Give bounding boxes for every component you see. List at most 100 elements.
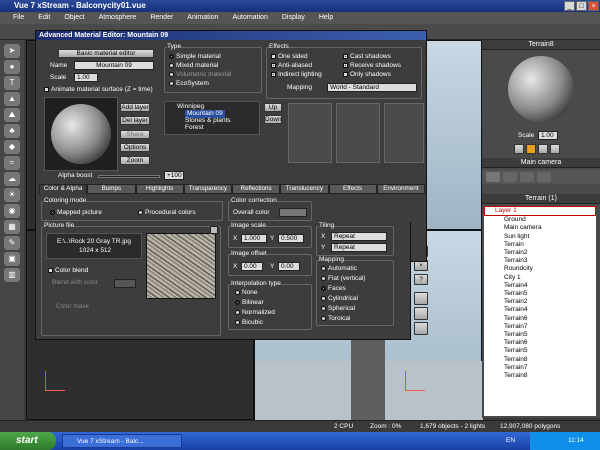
tab-bumps[interactable]: Bumps: [87, 184, 136, 194]
radio-interp-bicubic[interactable]: [235, 319, 240, 325]
tab-effects[interactable]: Effects: [328, 184, 377, 194]
menu-file[interactable]: File: [6, 12, 31, 24]
radio-flat[interactable]: [321, 275, 326, 281]
menu-animation[interactable]: Animation: [180, 12, 225, 24]
brush-tool-icon[interactable]: ✎: [4, 236, 20, 250]
tree-item[interactable]: Terrain8: [484, 372, 596, 380]
receive-shadows-box[interactable]: [343, 62, 348, 68]
radio-interp-normalized[interactable]: [235, 309, 240, 315]
close-button[interactable]: ×: [588, 1, 599, 11]
alpha-boost-slider[interactable]: [98, 175, 160, 178]
menu-edit[interactable]: Edit: [31, 12, 57, 24]
taskbar-vue-item[interactable]: Vue 7 xStream - Balc...: [62, 434, 182, 448]
language-indicator[interactable]: EN: [506, 437, 515, 445]
tree-item[interactable]: Terrain6: [484, 339, 596, 347]
tiling-x-select[interactable]: Repeat: [331, 232, 387, 241]
radio-procedural[interactable]: [138, 209, 143, 215]
animate-checkbox-box[interactable]: [44, 86, 49, 92]
radio-volumetric[interactable]: [169, 71, 174, 77]
share-button[interactable]: Share: [120, 130, 150, 139]
receive-shadows-checkbox[interactable]: Receive shadows: [343, 62, 401, 70]
tree-item[interactable]: Terrain7: [484, 364, 596, 372]
picture-thumbnail[interactable]: [146, 233, 216, 299]
anti-aliased-checkbox[interactable]: Anti-aliased: [271, 62, 312, 70]
mapping-spherical-radio[interactable]: Spherical: [321, 305, 355, 313]
menu-automation[interactable]: Automation: [225, 12, 274, 24]
open-material-icon[interactable]: [414, 307, 428, 320]
material-tool-icon-3[interactable]: [538, 144, 548, 154]
group-tool-icon[interactable]: ▦: [4, 220, 20, 234]
tree-item[interactable]: Terrain4: [484, 282, 596, 290]
mapping-toroical-radio[interactable]: Toroical: [321, 315, 350, 323]
del-layer-button[interactable]: Del layer: [120, 116, 150, 125]
tree-item[interactable]: Terrain2: [484, 249, 596, 257]
color-blend-box[interactable]: [48, 267, 53, 273]
anti-aliased-box[interactable]: [271, 62, 276, 68]
one-sided-checkbox[interactable]: One sided: [271, 53, 308, 61]
menu-object[interactable]: Object: [57, 12, 91, 24]
pointer-tool-icon[interactable]: ➤: [4, 44, 20, 58]
tab-environment[interactable]: Environment: [376, 184, 425, 194]
mapping-cylindrical-radio[interactable]: Cylindrical: [321, 295, 358, 303]
tree-item[interactable]: Layer 1: [484, 206, 596, 217]
indirect-lighting-box[interactable]: [271, 71, 276, 77]
radio-automatic[interactable]: [321, 265, 326, 271]
radio-interp-none[interactable]: [235, 289, 240, 295]
text-tool-icon[interactable]: T: [4, 76, 20, 90]
interp-normalized-radio[interactable]: Normalized: [235, 309, 275, 317]
indirect-lighting-checkbox[interactable]: Indirect lighting: [271, 71, 322, 79]
radio-mapped[interactable]: [50, 209, 55, 215]
tree-item[interactable]: Terrain4: [484, 306, 596, 314]
radio-spherical[interactable]: [321, 305, 326, 311]
options-button[interactable]: Options: [120, 143, 150, 152]
radio-mixed[interactable]: [169, 62, 174, 68]
procedural-colors-radio[interactable]: Procedural colors: [138, 209, 196, 217]
tree-item[interactable]: Terrain8: [484, 356, 596, 364]
radio-simple[interactable]: [169, 53, 174, 59]
tree-item[interactable]: Terrain7: [484, 323, 596, 331]
water-tool-icon[interactable]: ≈: [4, 156, 20, 170]
tree-item[interactable]: Sun light: [484, 233, 596, 241]
name-field[interactable]: Mountain 09: [74, 61, 154, 70]
terrain-tool-icon[interactable]: ⛰: [4, 108, 20, 122]
material-tool-icon-2[interactable]: [526, 144, 536, 154]
tree-item[interactable]: Terrain5: [484, 331, 596, 339]
material-tool-icon-1[interactable]: [514, 144, 524, 154]
light-tool-icon[interactable]: ☀: [4, 188, 20, 202]
help-button[interactable]: ?: [414, 274, 428, 285]
tree-item[interactable]: Terrain2: [484, 298, 596, 306]
one-sided-box[interactable]: [271, 53, 276, 59]
new-material-icon[interactable]: [414, 292, 428, 305]
type-ecosystem-radio[interactable]: EcoSystem: [169, 80, 209, 88]
overall-color-swatch[interactable]: [279, 208, 307, 217]
tree-item[interactable]: Main camera: [484, 224, 596, 232]
layer-item-forest[interactable]: Forest: [185, 124, 203, 132]
objects-tab-icon[interactable]: [486, 172, 500, 182]
tree-item[interactable]: Terrain6: [484, 315, 596, 323]
interp-bilinear-radio[interactable]: Bilinear: [235, 299, 264, 307]
interp-bicubic-radio[interactable]: Bicubic: [235, 319, 263, 327]
offset-y-field[interactable]: 0.00: [278, 262, 300, 271]
cast-shadows-box[interactable]: [343, 53, 348, 59]
radio-interp-bilinear[interactable]: [235, 299, 240, 305]
offset-x-field[interactable]: 0.00: [241, 262, 263, 271]
color-blend-checkbox[interactable]: Color blend: [48, 267, 88, 275]
basic-editor-button[interactable]: Basic material editor: [58, 49, 154, 58]
tree-item[interactable]: Roundcity: [484, 265, 596, 273]
tab-color-alpha[interactable]: Color & Alpha: [39, 184, 88, 194]
tab-reflections[interactable]: Reflections: [232, 184, 281, 194]
layer-down-button[interactable]: Down: [264, 115, 282, 124]
tree-item[interactable]: Ground: [484, 216, 596, 224]
city-tool-icon[interactable]: ▥: [4, 268, 20, 282]
interp-none-radio[interactable]: None: [235, 289, 258, 297]
blend-color-swatch[interactable]: [114, 279, 136, 288]
zoom-button[interactable]: Zoom: [120, 156, 150, 165]
scale-x-field[interactable]: 1.000: [241, 234, 267, 243]
material-sphere-preview[interactable]: [508, 56, 574, 122]
minimize-button[interactable]: _: [564, 1, 575, 11]
radio-cylindrical[interactable]: [321, 295, 326, 301]
tree-item[interactable]: City 1: [484, 274, 596, 282]
sphere-tool-icon[interactable]: ●: [4, 60, 20, 74]
scale-y-field[interactable]: 0.500: [278, 234, 304, 243]
alpha-boost-field[interactable]: +100: [164, 171, 184, 180]
